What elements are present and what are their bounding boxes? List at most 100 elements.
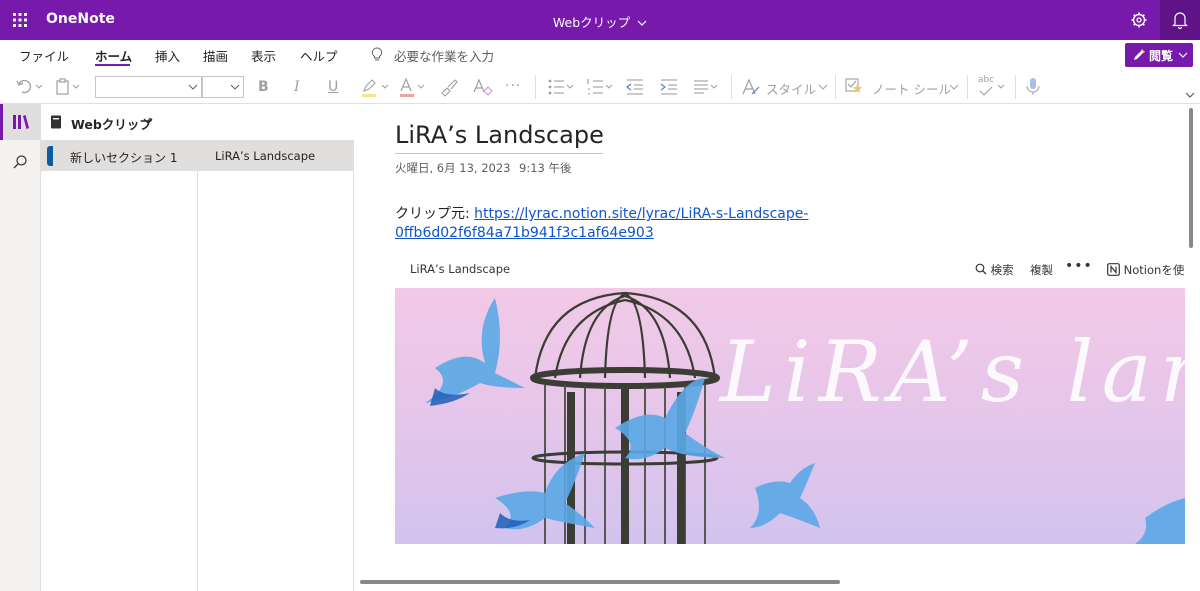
bold-icon: B [258, 79, 269, 95]
dictate-button[interactable] [1024, 75, 1042, 99]
font-color-button[interactable] [398, 75, 430, 99]
menu-insert[interactable]: 挿入 [155, 46, 180, 65]
undo-button[interactable] [14, 75, 46, 99]
clear-format-icon [473, 78, 493, 96]
checkmark-icon [979, 84, 1005, 96]
chevron-down-icon [230, 84, 240, 90]
numbering-button[interactable] [585, 75, 617, 99]
page-canvas[interactable]: LiRA’s Landscape 火曜日, 6月 13, 2023 9:13 午… [355, 104, 1200, 591]
notebooks-toggle-button[interactable] [0, 104, 40, 140]
notion-breadcrumb: LiRA’s Landscape [410, 262, 511, 276]
underline-icon: U [328, 79, 339, 95]
horizontal-scrollbar[interactable] [360, 580, 840, 584]
notebook-icon [51, 115, 61, 129]
page-time: 9:13 午後 [519, 161, 572, 175]
clear-formatting-button[interactable] [472, 75, 494, 99]
notion-search: 検索 [975, 262, 1014, 278]
indent-icon [660, 79, 677, 95]
page-title[interactable]: LiRA’s Landscape [395, 121, 604, 149]
ribbon-separator [967, 75, 968, 99]
settings-button[interactable] [1126, 8, 1152, 32]
clip-source-paragraph[interactable]: クリップ元: https://lyrac.notion.site/lyrac/L… [395, 205, 815, 243]
highlight-button[interactable] [360, 75, 394, 99]
section-item[interactable]: 新しいセクション 1 [41, 140, 197, 171]
sections-pane: 新しいセクション 1 [41, 140, 198, 591]
italic-icon: I [294, 79, 300, 95]
alignment-button[interactable] [691, 75, 723, 99]
active-rail-indicator [0, 104, 3, 140]
section-color-tab [47, 146, 53, 166]
ribbon-separator [535, 75, 536, 99]
styles-label: スタイル [766, 82, 817, 97]
navigation-rail [0, 104, 41, 591]
notebook-name: Webクリップ [71, 117, 152, 132]
menu-file[interactable]: ファイル [19, 46, 69, 65]
ribbon-separator [835, 75, 836, 99]
reading-view-label: 閲覧 [1149, 49, 1174, 63]
notebooks-icon [13, 115, 29, 129]
notion-use: Notionを使 [1107, 262, 1184, 278]
search-icon [13, 155, 27, 169]
note-tags-button[interactable]: ノート シール [844, 75, 964, 99]
underline-button[interactable]: U [328, 79, 348, 103]
notebook-title-dropdown[interactable]: Webクリップ [0, 12, 1200, 31]
outdent-button[interactable] [624, 75, 646, 99]
numbering-icon [587, 79, 613, 95]
clipped-page-image: LiRA’s Landscape 検索 複製 ••• Notionを使 LiRA… [395, 254, 1185, 544]
menu-home[interactable]: ホーム [95, 46, 132, 65]
bullets-button[interactable] [546, 75, 578, 99]
active-tab-indicator [95, 64, 130, 66]
notifications-button[interactable] [1160, 0, 1200, 40]
font-size-combo[interactable] [202, 76, 244, 98]
outdent-icon [626, 79, 643, 95]
ribbon-expand-button[interactable] [1184, 90, 1196, 100]
tag-checkbox-icon [845, 78, 862, 93]
search-button[interactable] [0, 144, 40, 180]
lightbulb-icon [371, 47, 383, 61]
chevron-down-icon [1185, 92, 1195, 98]
paste-button[interactable] [54, 75, 86, 99]
section-label: 新しいセクション 1 [70, 151, 178, 165]
page-item[interactable]: LiRA’s Landscape [198, 140, 354, 171]
undo-icon [16, 79, 43, 94]
menu-help[interactable]: ヘルプ [300, 46, 338, 65]
clipboard-icon [56, 78, 80, 95]
italic-button[interactable]: I [294, 79, 314, 103]
notion-more-icon: ••• [1065, 258, 1093, 274]
search-icon [975, 263, 987, 275]
menu-draw[interactable]: 描画 [203, 46, 228, 65]
styles-button[interactable]: スタイル [741, 75, 831, 99]
cover-banner-image: LiRA’s landsc [395, 288, 1185, 544]
menu-view[interactable]: 表示 [251, 46, 276, 65]
chevron-down-icon [188, 84, 198, 90]
notion-duplicate: 複製 [1030, 263, 1053, 277]
notion-topbar: LiRA’s Landscape 検索 複製 ••• Notionを使 [395, 254, 1185, 288]
notion-logo-icon [1107, 263, 1120, 276]
tell-me-search[interactable]: 必要な作業を入力 [394, 46, 494, 65]
ribbon-separator [731, 75, 732, 99]
more-icon: ··· [505, 78, 522, 94]
chevron-down-icon [818, 84, 828, 90]
chevron-down-icon [1178, 52, 1188, 58]
reading-view-button[interactable]: 閲覧 [1125, 43, 1193, 67]
title-underline [395, 153, 603, 154]
spelling-button[interactable]: abc [976, 75, 1010, 99]
vertical-scrollbar[interactable] [1189, 108, 1193, 248]
page-date: 火曜日, 6月 13, 2023 [395, 161, 511, 175]
font-name-combo[interactable] [95, 76, 202, 98]
highlighter-icon [362, 79, 389, 97]
font-color-icon [400, 77, 425, 97]
styles-icon [742, 78, 760, 95]
menu-bar: ファイル ホーム 挿入 描画 表示 ヘルプ 必要な作業を入力 閲覧 [0, 40, 1200, 70]
notion-search-label: 検索 [990, 263, 1014, 277]
ribbon-separator [1015, 75, 1016, 99]
bold-button[interactable]: B [258, 79, 278, 103]
more-button[interactable]: ··· [505, 78, 525, 102]
align-icon [694, 80, 718, 94]
bullets-icon [548, 79, 574, 95]
indent-button[interactable] [658, 75, 680, 99]
brush-icon [441, 79, 458, 97]
format-painter-button[interactable] [438, 75, 460, 99]
ribbon-toolbar: B I U ··· スタイル ノート シール abc [0, 70, 1200, 104]
clip-source-label: クリップ元: [395, 206, 475, 222]
